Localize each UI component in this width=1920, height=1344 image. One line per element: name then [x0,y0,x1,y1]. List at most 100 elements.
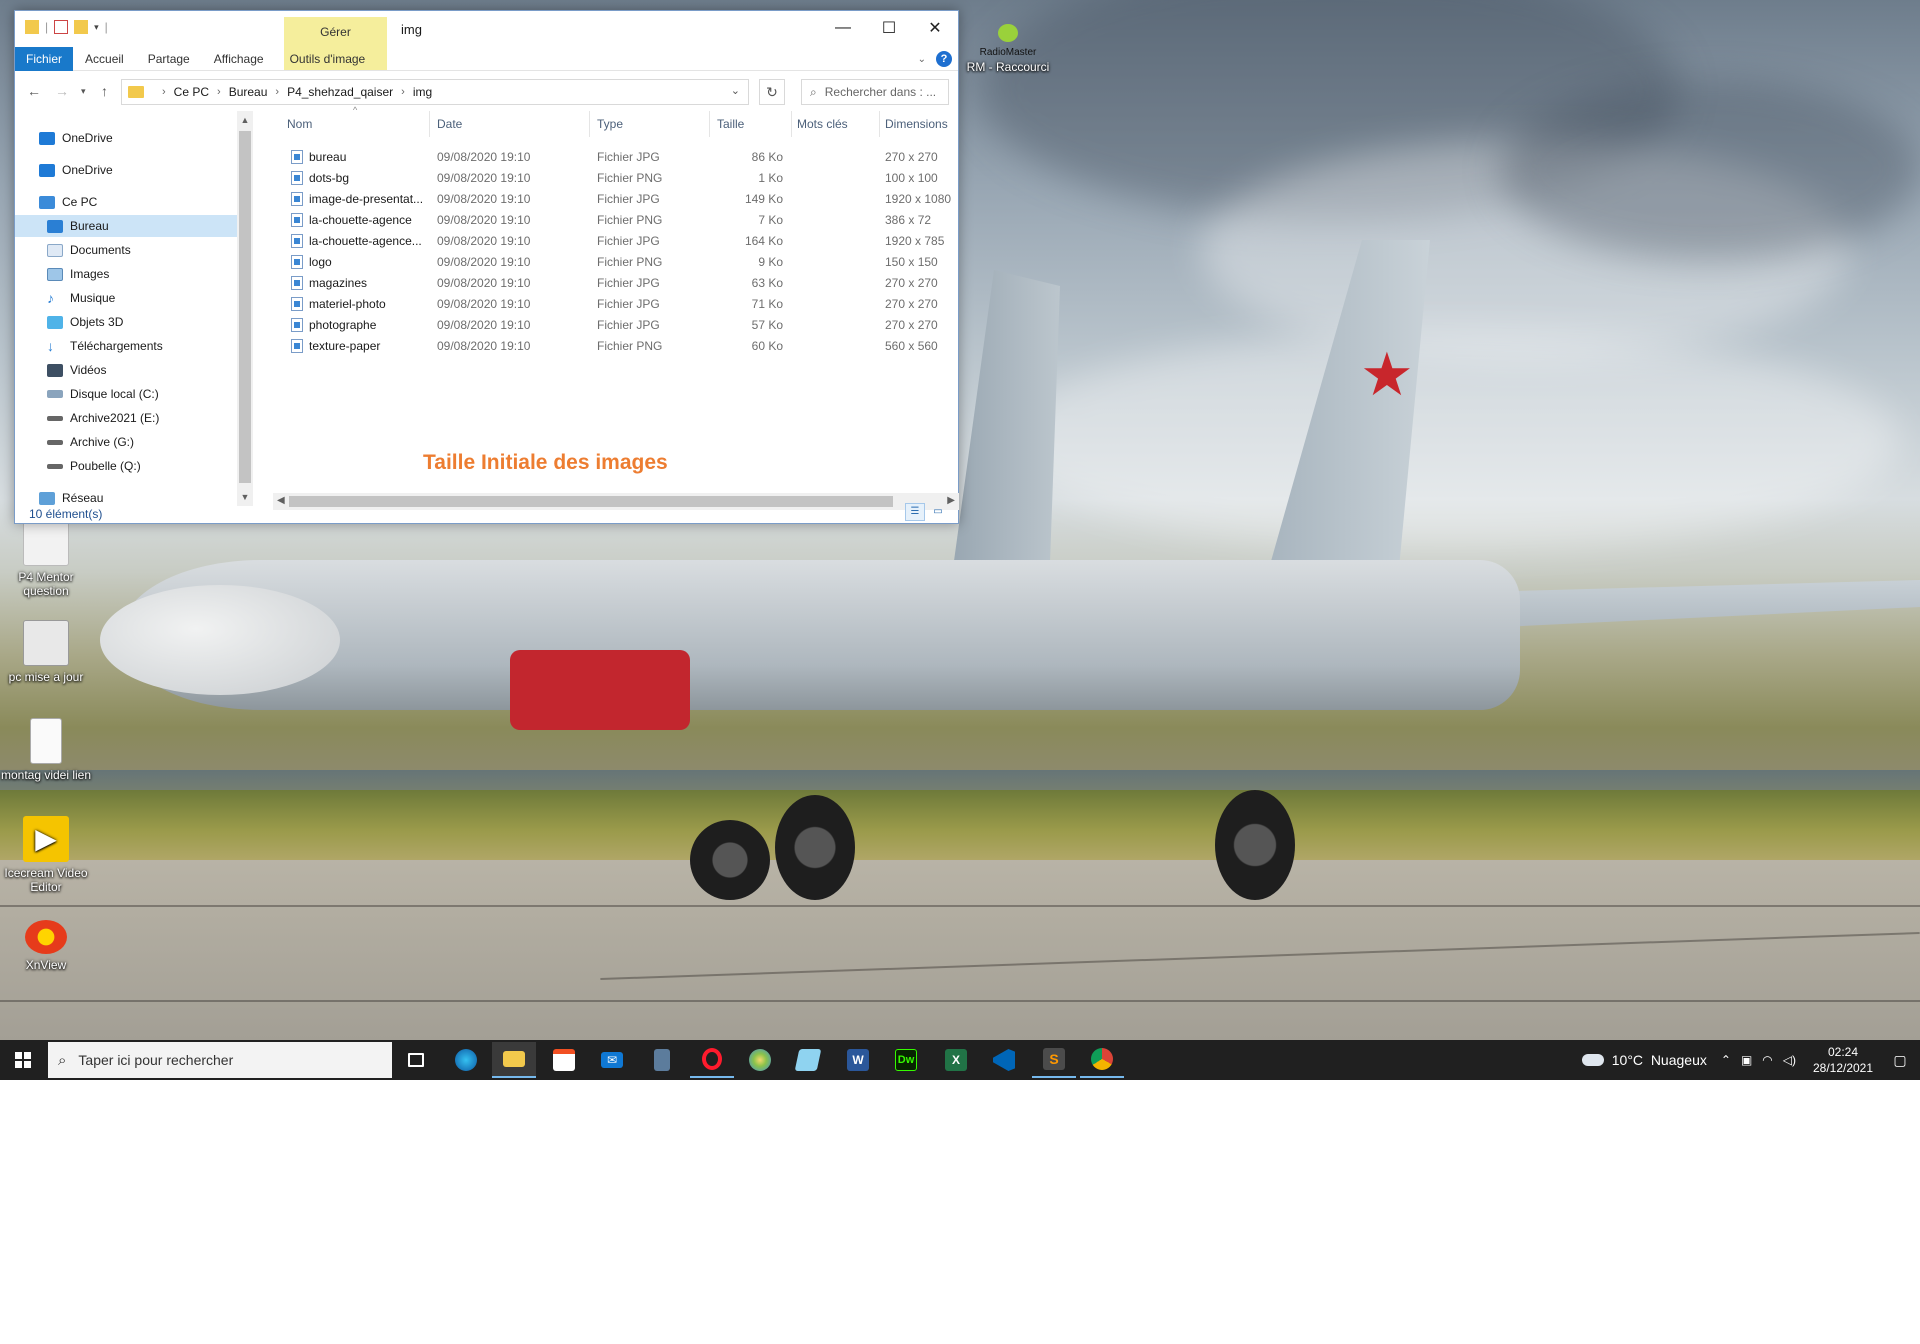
tab-outils-image[interactable]: Outils d'image [278,47,378,71]
start-button[interactable] [0,1040,46,1080]
column-separator[interactable] [589,111,590,137]
breadcrumb-bureau[interactable]: Bureau [229,85,268,99]
nav-item-onedrive[interactable]: OneDrive [15,127,237,149]
column-separator[interactable] [879,111,880,137]
large-icons-view-icon[interactable]: ▭ [928,503,948,521]
new-folder-icon[interactable] [74,20,89,34]
folder-icon[interactable] [25,20,39,34]
nav-item-bureau[interactable]: Bureau [15,215,237,237]
breadcrumb-project[interactable]: P4_shehzad_qaiser [287,85,393,99]
breadcrumb-img[interactable]: img [413,85,432,99]
clock[interactable]: 02:24 28/12/2021 [1806,1044,1880,1076]
column-header-type[interactable]: Type [597,117,623,131]
notifications-icon[interactable]: ▢ [1880,1052,1920,1069]
scrollbar-thumb[interactable] [239,131,251,483]
taskbar-search-input[interactable]: ⌕ Taper ici pour rechercher [48,1042,392,1078]
up-arrow-icon[interactable]: ↑ [101,83,108,99]
nav-item-reseau[interactable]: Réseau [15,487,237,509]
recent-locations-chevron-icon[interactable]: ▾ [81,86,86,97]
meet-now-icon[interactable]: ▣ [1741,1053,1752,1067]
taskbar-app-mail[interactable]: ✉ [590,1042,634,1078]
nav-item-images[interactable]: Images [15,263,237,285]
desktop-icon-xnview[interactable]: XnView [0,920,92,972]
details-view-icon[interactable]: ☰ [905,503,925,521]
scroll-right-icon[interactable]: ▶ [947,495,955,506]
tab-fichier[interactable]: Fichier [15,46,74,71]
tab-accueil[interactable]: Accueil [73,47,136,71]
column-separator[interactable] [429,111,430,137]
nav-item-disque-c[interactable]: Disque local (C:) [15,383,237,405]
minimize-button[interactable]: — [820,11,866,45]
volume-icon[interactable]: ◁) [1783,1053,1796,1067]
address-bar[interactable]: › Ce PC › Bureau › P4_shehzad_qaiser › i… [121,79,749,105]
column-header-name[interactable]: Nom [287,117,312,131]
nav-item-documents[interactable]: Documents [15,239,237,261]
chevron-up-icon[interactable]: ⌃ [1721,1053,1731,1067]
column-separator[interactable] [709,111,710,137]
table-row[interactable]: logo 09/08/2020 19:10 Fichier PNG 9 Ko 150 x… [273,252,959,273]
nav-item-archive2021[interactable]: Archive2021 (E:) [15,407,237,429]
nav-pane-scrollbar[interactable]: ▲ ▼ [237,111,253,506]
cloudy-weather-icon[interactable] [1581,1054,1604,1066]
nav-item-ce-pc[interactable]: Ce PC [15,191,237,213]
nav-item-poubelle[interactable]: Poubelle (Q:) [15,455,237,477]
scroll-up-icon[interactable]: ▲ [237,115,253,125]
scrollbar-thumb[interactable] [289,496,893,507]
nav-item-musique[interactable]: ♪ Musique [15,287,237,309]
maximize-button[interactable]: ☐ [866,11,912,45]
column-header-dimensions[interactable]: Dimensions [885,117,948,131]
taskbar-app-edge[interactable] [444,1042,488,1078]
nav-item-telechargements[interactable]: ↓ Téléchargements [15,335,237,357]
table-row[interactable]: materiel-photo 09/08/2020 19:10 Fichier JP… [273,294,959,315]
expand-ribbon-chevron-icon[interactable]: ⌄ [918,54,926,65]
nav-item-objets-3d[interactable]: Objets 3D [15,311,237,333]
taskbar-app-dreamweaver[interactable]: Dw [884,1042,928,1078]
scroll-down-icon[interactable]: ▼ [237,492,253,502]
help-icon[interactable]: ? [936,51,952,67]
table-row[interactable]: magazines 09/08/2020 19:10 Fichier JPG 63 K… [273,273,959,294]
taskbar-app-store[interactable] [542,1042,586,1078]
desktop-icon-icecream[interactable]: ▶ Icecream Video Editor [0,816,92,894]
customize-chevron-icon[interactable]: ▾ [94,22,99,33]
taskbar-app-paint[interactable] [738,1042,782,1078]
column-separator[interactable] [791,111,792,137]
tab-affichage[interactable]: Affichage [202,47,276,71]
nav-item-videos[interactable]: Vidéos [15,359,237,381]
desktop-icon-pc-mise-a-jour[interactable]: pc mise a jour [0,620,92,684]
column-header-date[interactable]: Date [437,117,462,131]
desktop-icon-radiomaster[interactable]: RadioMaster RM - Raccourci [962,24,1054,74]
search-input[interactable]: ⌕ Rechercher dans : ... [801,79,949,105]
table-row[interactable]: bureau 09/08/2020 19:10 Fichier JPG 86 Ko 27… [273,147,959,168]
forward-arrow-icon[interactable]: → [55,83,69,99]
table-row[interactable]: la-chouette-agence... 09/08/2020 19:10 Fic… [273,231,959,252]
close-button[interactable]: ✕ [912,11,958,45]
taskbar-app-chrome[interactable] [1080,1042,1124,1078]
horizontal-scrollbar[interactable]: ◀ ▶ [273,493,959,510]
table-row[interactable]: texture-paper 09/08/2020 19:10 Fichier PNG… [273,336,959,357]
scroll-left-icon[interactable]: ◀ [277,495,285,506]
taskbar-app-calculator[interactable] [640,1042,684,1078]
taskbar-app-excel[interactable]: X [934,1042,978,1078]
table-row[interactable]: image-de-presentat... 09/08/2020 19:10 Fic… [273,189,959,210]
taskbar-app-vscode[interactable] [982,1042,1026,1078]
column-header-size[interactable]: Taille [717,117,744,131]
table-row[interactable]: photographe 09/08/2020 19:10 Fichier JPG 57… [273,315,959,336]
taskbar-app-word[interactable]: W [836,1042,880,1078]
taskbar-app-opera[interactable] [690,1042,734,1078]
table-row[interactable]: dots-bg 09/08/2020 19:10 Fichier PNG 1 Ko 10… [273,168,959,189]
task-view-button[interactable] [394,1042,438,1078]
back-arrow-icon[interactable]: ← [27,83,41,99]
breadcrumb-ce-pc[interactable]: Ce PC [174,85,209,99]
properties-icon[interactable] [54,20,69,34]
address-dropdown-chevron-icon[interactable]: ⌄ [731,84,740,97]
desktop-icon-p4-mentor[interactable]: P4 Mentor question [0,520,92,598]
taskbar-app-sublime[interactable]: S [1032,1042,1076,1078]
table-row[interactable]: la-chouette-agence 09/08/2020 19:10 Fichie… [273,210,959,231]
refresh-icon[interactable]: ↻ [759,79,785,105]
desktop-icon-montag[interactable]: montag videi lien [0,718,92,782]
nav-item-archive-g[interactable]: Archive (G:) [15,431,237,453]
taskbar-app-notepad[interactable] [786,1042,830,1078]
nav-item-onedrive-2[interactable]: OneDrive [15,159,237,181]
weather-text[interactable]: 10°C Nuageux [1612,1052,1707,1068]
taskbar-app-file-explorer[interactable] [492,1042,536,1078]
